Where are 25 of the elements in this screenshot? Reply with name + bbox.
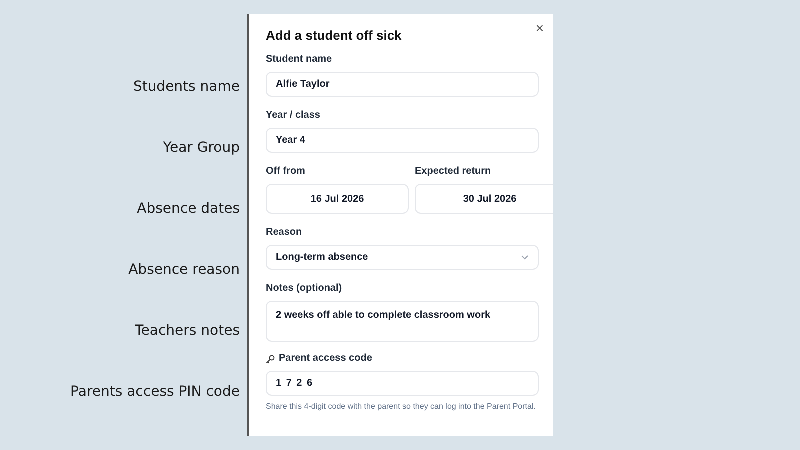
annotation-label: Teachers notes: [135, 322, 240, 341]
field-label: Year / class: [266, 110, 320, 122]
reason-dropdown[interactable]: Long-term absence: [266, 245, 539, 270]
annotation-label: Absence dates: [137, 200, 240, 219]
field-label: Notes (optional): [266, 283, 342, 295]
annotation-label: Year Group: [163, 139, 240, 158]
key-icon: [266, 354, 275, 364]
date-field[interactable]: 16 Jul 2026: [266, 184, 409, 214]
dialog-title: Add a student off sick: [266, 28, 403, 44]
close-button[interactable]: ×: [536, 21, 544, 35]
text-field[interactable]: Year 4: [266, 128, 539, 153]
date-field[interactable]: 30 Jul 2026: [415, 184, 553, 214]
text-field[interactable]: Alfie Taylor: [266, 72, 539, 97]
field-label: Reason: [266, 227, 302, 239]
field-label: Parent access code: [279, 353, 372, 365]
annotation-label: Absence reason: [128, 261, 240, 280]
notes-field[interactable]: 2 weeks off able to complete classroom work: [266, 301, 539, 342]
field-label: Off from: [266, 166, 306, 178]
code-field[interactable]: 1 7 2 6: [266, 371, 539, 396]
help-text: Share this 4-digit code with the parent so they can log into the Parent Portal.: [266, 401, 537, 413]
field-label: Expected return: [415, 166, 492, 178]
annotation-label: Students name: [133, 78, 240, 97]
field-label: Student name: [266, 54, 332, 66]
annotation-label: Parents access PIN code: [70, 383, 240, 402]
chevron-down-icon: [521, 255, 529, 260]
